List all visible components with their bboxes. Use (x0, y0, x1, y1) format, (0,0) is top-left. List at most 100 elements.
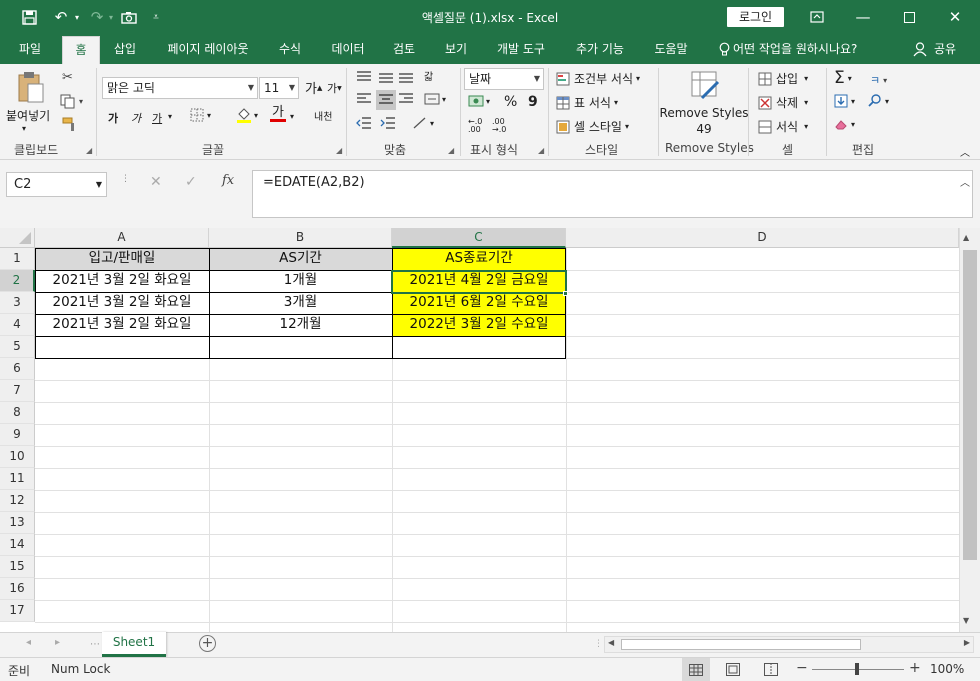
copy-icon[interactable]: ▾ (60, 94, 83, 109)
align-right-icon[interactable] (398, 92, 414, 106)
font-color-button[interactable]: 가 (270, 106, 286, 122)
formula-input[interactable]: =EDATE(A2,B2) (252, 170, 973, 218)
scroll-down-icon[interactable]: ▼ (963, 616, 969, 625)
merge-center-icon[interactable]: ▾ (424, 92, 446, 106)
underline-dropdown-icon[interactable]: ▾ (168, 112, 172, 121)
scroll-up-icon[interactable]: ▲ (963, 233, 969, 242)
page-break-view-icon[interactable] (764, 663, 778, 679)
align-top-icon[interactable] (356, 70, 372, 84)
delete-cells-button[interactable]: 삭제 ▾ (758, 94, 808, 111)
next-sheet-icon[interactable]: ▸ (55, 637, 60, 648)
enter-icon[interactable]: ✓ (185, 174, 197, 190)
conditional-formatting-button[interactable]: 조건부 서식 ▾ (556, 70, 640, 87)
align-middle-icon[interactable] (376, 68, 396, 88)
horizontal-scrollbar[interactable]: ◀ ▶ (604, 636, 974, 653)
accounting-format-icon[interactable]: ▾ (468, 94, 490, 108)
maximize-icon[interactable] (886, 0, 932, 34)
align-left-icon[interactable] (356, 92, 372, 106)
format-as-table-button[interactable]: 표 서식 ▾ (556, 94, 618, 111)
underline-button[interactable]: 가 (152, 110, 162, 126)
tab-insert[interactable]: 삽입 (104, 34, 146, 64)
cut-icon[interactable]: ✂ (62, 70, 73, 85)
scroll-right-icon[interactable]: ▶ (964, 638, 970, 647)
fill-icon[interactable]: ▾ (834, 94, 855, 108)
zoom-in-icon[interactable]: + (909, 660, 921, 676)
border-icon[interactable]: ▾ (190, 108, 211, 122)
bold-button[interactable]: 가 (108, 110, 118, 126)
format-cells-button[interactable]: 서식 ▾ (758, 118, 808, 135)
insert-function-icon[interactable]: fx (222, 173, 234, 188)
minimize-icon[interactable]: — (840, 0, 886, 34)
separator (96, 68, 97, 156)
vertical-scrollbar[interactable]: ▲ ▼ (959, 228, 980, 632)
name-box[interactable]: C2 ▼ (6, 172, 107, 197)
ribbon-display-icon[interactable] (794, 0, 840, 34)
expand-formula-icon[interactable]: ︿ (960, 174, 970, 189)
remove-styles-button[interactable]: Remove Styles (660, 106, 749, 120)
tab-view[interactable]: 보기 (436, 34, 476, 64)
increase-decimal-button[interactable]: ←.0.00 (468, 118, 482, 134)
worksheet-grid[interactable]: A B C D 1 2 3 4 5 6 7 8 9 10 11 12 13 14… (0, 228, 980, 632)
decrease-indent-icon[interactable] (356, 116, 372, 130)
tab-file[interactable]: 파일 (8, 34, 52, 64)
number-format-combo[interactable]: 날짜 ▼ (464, 68, 544, 90)
tell-me-search[interactable]: 어떤 작업을 원하시나요? (733, 34, 873, 64)
alignment-launcher-icon[interactable]: ◢ (448, 146, 454, 155)
login-button[interactable]: 로그인 (727, 7, 784, 27)
collapse-ribbon-icon[interactable]: ︿ (960, 144, 970, 159)
clear-icon[interactable]: ▾ (834, 118, 855, 130)
format-painter-icon[interactable] (62, 116, 78, 132)
orientation-icon[interactable]: ▾ (412, 116, 434, 130)
sheet-tab[interactable]: Sheet1 (102, 632, 166, 657)
normal-view-icon[interactable] (682, 658, 710, 681)
paste-icon[interactable] (16, 70, 46, 104)
shrink-font-button[interactable]: 가 ▼ (327, 80, 342, 96)
zoom-out-icon[interactable]: − (796, 660, 808, 676)
paste-dropdown-icon[interactable]: ▾ (22, 124, 26, 133)
zoom-level[interactable]: 100% (930, 662, 964, 676)
tab-page-layout[interactable]: 페이지 레이아웃 (156, 34, 260, 64)
previous-sheet-icon[interactable]: ◂ (26, 637, 31, 648)
phonetic-button[interactable]: 내천 (314, 108, 332, 123)
tab-review[interactable]: 검토 (384, 34, 424, 64)
font-launcher-icon[interactable]: ◢ (336, 146, 342, 155)
remove-styles-icon[interactable] (688, 68, 722, 102)
cell-styles-button[interactable]: 셀 스타일 ▾ (556, 118, 629, 135)
page-layout-view-icon[interactable] (726, 663, 740, 679)
percent-style-button[interactable]: % (504, 94, 517, 110)
insert-cells-button[interactable]: 삽입 ▾ (758, 70, 808, 87)
italic-button[interactable]: 가 (131, 110, 141, 126)
tab-data[interactable]: 데이터 (322, 34, 374, 64)
font-color-dropdown-icon[interactable]: ▾ (290, 112, 294, 121)
horizontal-scroll-thumb[interactable] (621, 639, 861, 650)
increase-indent-icon[interactable] (380, 116, 396, 130)
scroll-left-icon[interactable]: ◀ (608, 638, 614, 647)
tab-addins[interactable]: 추가 기능 (566, 34, 634, 64)
share-button[interactable]: 공유 (930, 34, 960, 64)
tab-home[interactable]: 홈 (62, 36, 100, 64)
font-name-combo[interactable]: 맑은 고딕 ▼ (102, 77, 258, 99)
number-launcher-icon[interactable]: ◢ (538, 146, 544, 155)
align-bottom-icon[interactable] (398, 70, 414, 84)
find-select-icon[interactable]: ▾ (868, 94, 889, 108)
cancel-icon[interactable]: ✕ (150, 174, 162, 190)
paste-button[interactable]: 붙여넣기 (6, 107, 50, 124)
autosum-icon[interactable]: Σ ▾ (834, 68, 852, 88)
close-icon[interactable]: ✕ (932, 0, 978, 34)
tab-help[interactable]: 도움말 (644, 34, 698, 64)
vertical-scroll-thumb[interactable] (963, 250, 977, 560)
decrease-decimal-button[interactable]: .00 →.0 (492, 118, 506, 134)
zoom-slider-thumb[interactable] (855, 663, 859, 675)
fill-handle[interactable] (563, 291, 568, 296)
tab-formulas[interactable]: 수식 (270, 34, 310, 64)
tab-developer[interactable]: 개발 도구 (488, 34, 554, 64)
sort-filter-icon[interactable]: ㅋ ▾ (870, 72, 887, 88)
fill-color-icon[interactable]: ▾ (236, 106, 258, 124)
comma-style-button[interactable]: 9 (528, 94, 538, 110)
add-sheet-icon[interactable]: + (199, 635, 216, 652)
font-size-combo[interactable]: 11 ▼ (259, 77, 299, 99)
align-center-icon[interactable] (376, 90, 396, 110)
grow-font-button[interactable]: 가 ▲ (305, 78, 322, 97)
wrap-text-button[interactable]: 갋 (424, 68, 433, 83)
clipboard-launcher-icon[interactable]: ◢ (86, 146, 92, 155)
